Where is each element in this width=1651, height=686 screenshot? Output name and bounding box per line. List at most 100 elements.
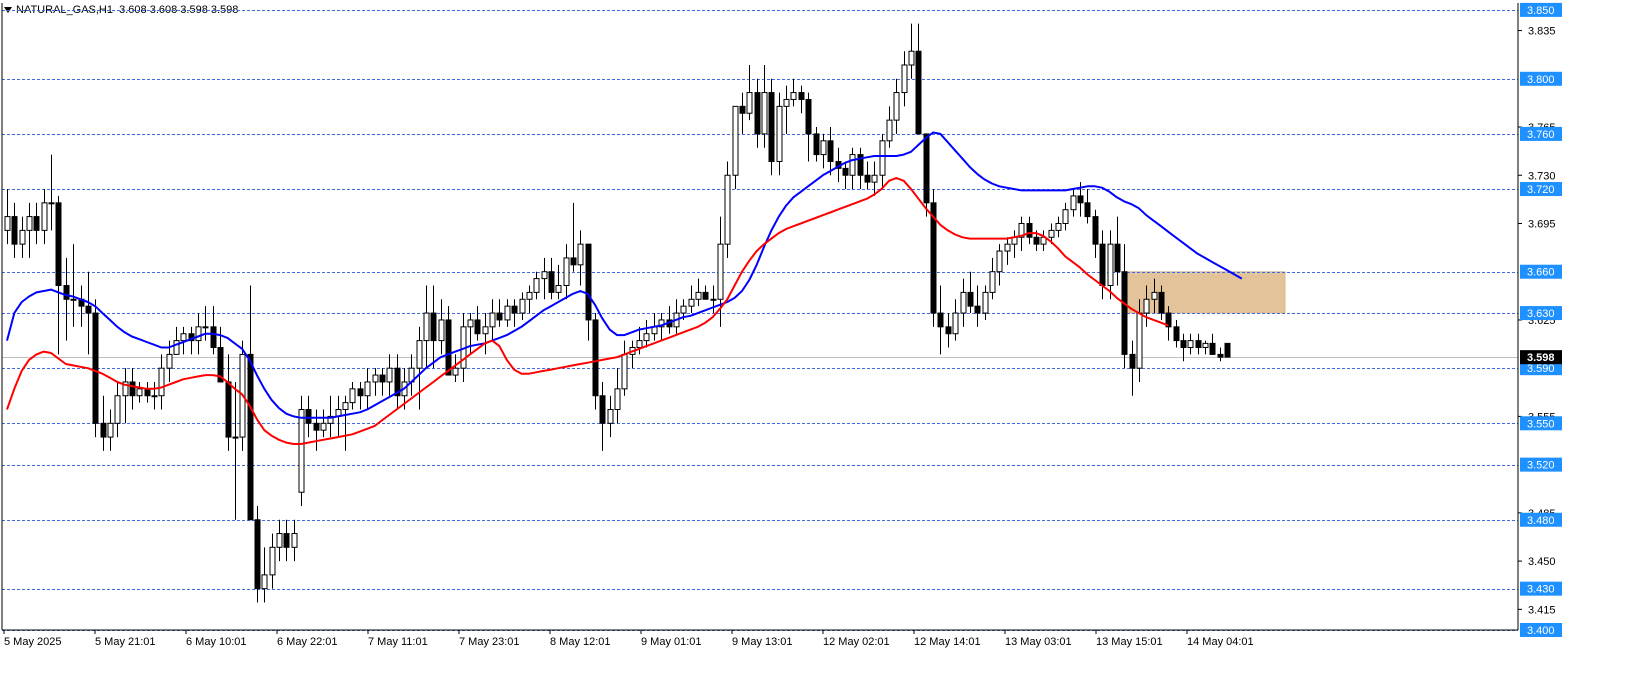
bearish-candle	[313, 422, 320, 431]
price-chart[interactable]: 3.8353.7653.7303.6953.6253.5553.4853.450…	[0, 0, 1651, 686]
axes-layer: 3.8353.7653.7303.6953.6253.5553.4853.450…	[1, 2, 1562, 648]
bullish-candle	[136, 388, 143, 397]
bullish-candle	[489, 312, 496, 328]
bullish-candle	[114, 395, 121, 424]
bullish-candle	[298, 409, 305, 493]
bullish-candle	[746, 92, 753, 114]
bearish-candle	[1217, 353, 1224, 358]
level-label: 3.430	[1527, 584, 1555, 596]
level-label: 3.590	[1527, 363, 1555, 375]
bullish-candle	[70, 298, 77, 301]
bullish-candle	[342, 402, 349, 411]
bearish-candle	[247, 353, 254, 521]
bearish-candle	[923, 133, 930, 204]
bearish-candle	[1195, 340, 1202, 349]
bullish-candle	[173, 340, 180, 355]
bearish-candle	[225, 381, 232, 438]
price-tick-label: 3.415	[1528, 604, 1556, 616]
bearish-candle	[100, 422, 107, 438]
time-label: 13 May 03:01	[1005, 636, 1072, 648]
bearish-candle	[430, 312, 437, 342]
time-label: 7 May 23:01	[459, 636, 520, 648]
bearish-candle	[864, 174, 871, 183]
time-label: 6 May 10:01	[186, 636, 247, 648]
bullish-candle	[820, 140, 827, 156]
bearish-candle	[570, 257, 577, 266]
bullish-candle	[386, 367, 393, 383]
bearish-candle	[85, 305, 92, 314]
bullish-candle	[680, 305, 687, 314]
bullish-candle	[996, 250, 1003, 273]
bearish-candle	[1180, 340, 1187, 349]
bullish-candle	[291, 533, 298, 548]
level-label: 3.400	[1527, 625, 1555, 637]
bullish-candle	[1107, 243, 1114, 286]
bearish-candle	[592, 319, 599, 397]
bullish-candle	[438, 319, 445, 342]
time-label: 6 May 22:01	[277, 636, 338, 648]
bullish-candle	[452, 367, 459, 376]
bearish-candle	[805, 98, 812, 135]
bullish-candle	[107, 422, 114, 438]
bullish-candle	[320, 422, 327, 431]
bearish-candle	[474, 319, 481, 335]
bullish-candle	[1048, 229, 1055, 238]
bullish-candle	[621, 353, 628, 390]
price-tick-label: 3.450	[1528, 556, 1556, 568]
bullish-candle	[519, 298, 526, 314]
bullish-candle	[783, 98, 790, 107]
price-tick-label: 3.730	[1528, 170, 1556, 182]
bullish-candle	[688, 298, 695, 307]
time-label: 12 May 02:01	[823, 636, 890, 648]
bullish-candle	[960, 291, 967, 314]
time-label: 9 May 13:01	[732, 636, 793, 648]
bullish-candle	[1070, 195, 1077, 211]
bullish-candle	[886, 119, 893, 142]
bearish-candle	[798, 92, 805, 100]
bullish-candle	[1004, 243, 1011, 252]
bullish-candle	[416, 340, 423, 369]
bullish-candle	[732, 105, 739, 176]
bullish-candle	[1187, 340, 1194, 349]
bullish-candle	[849, 154, 856, 176]
bearish-candle	[754, 92, 761, 135]
bullish-candle	[1055, 222, 1062, 231]
bullish-candle	[695, 291, 702, 300]
chart-window[interactable]: NATURAL_GAS,H1 3.608 3.608 3.598 3.598 3…	[0, 0, 1651, 686]
bearish-candle	[702, 291, 709, 300]
bearish-candle	[210, 326, 217, 349]
bearish-candle	[63, 284, 70, 300]
bullish-candle	[4, 216, 11, 231]
bearish-candle	[144, 388, 151, 397]
bullish-candle	[790, 92, 797, 100]
bullish-candle	[607, 409, 614, 424]
bullish-candle	[879, 140, 886, 176]
bearish-candle	[1026, 222, 1033, 238]
bullish-candle	[180, 333, 187, 342]
time-label: 14 May 04:01	[1187, 636, 1254, 648]
bullish-candle	[19, 229, 26, 245]
bearish-candle	[1084, 202, 1091, 218]
bullish-candle	[1136, 312, 1143, 369]
bullish-candle	[776, 105, 783, 162]
bullish-candle	[195, 326, 202, 342]
bullish-candle	[1062, 209, 1069, 224]
time-label: 8 May 12:01	[550, 636, 611, 648]
bullish-candle	[1202, 342, 1209, 349]
level-label: 3.630	[1527, 308, 1555, 320]
bullish-candle	[982, 291, 989, 314]
bullish-candle	[48, 202, 55, 205]
bearish-candle	[55, 202, 62, 286]
bullish-candle	[467, 319, 474, 328]
bullish-candle	[232, 436, 239, 439]
bullish-candle	[166, 353, 173, 369]
time-label: 12 May 14:01	[914, 636, 981, 648]
level-label: 3.800	[1527, 74, 1555, 86]
bullish-candle	[349, 388, 356, 404]
bullish-candle	[202, 326, 209, 329]
bearish-candle	[357, 388, 364, 397]
bearish-candle	[379, 374, 386, 383]
bearish-candle	[33, 216, 40, 231]
bullish-candle	[482, 326, 489, 335]
bearish-candle	[1092, 216, 1099, 245]
